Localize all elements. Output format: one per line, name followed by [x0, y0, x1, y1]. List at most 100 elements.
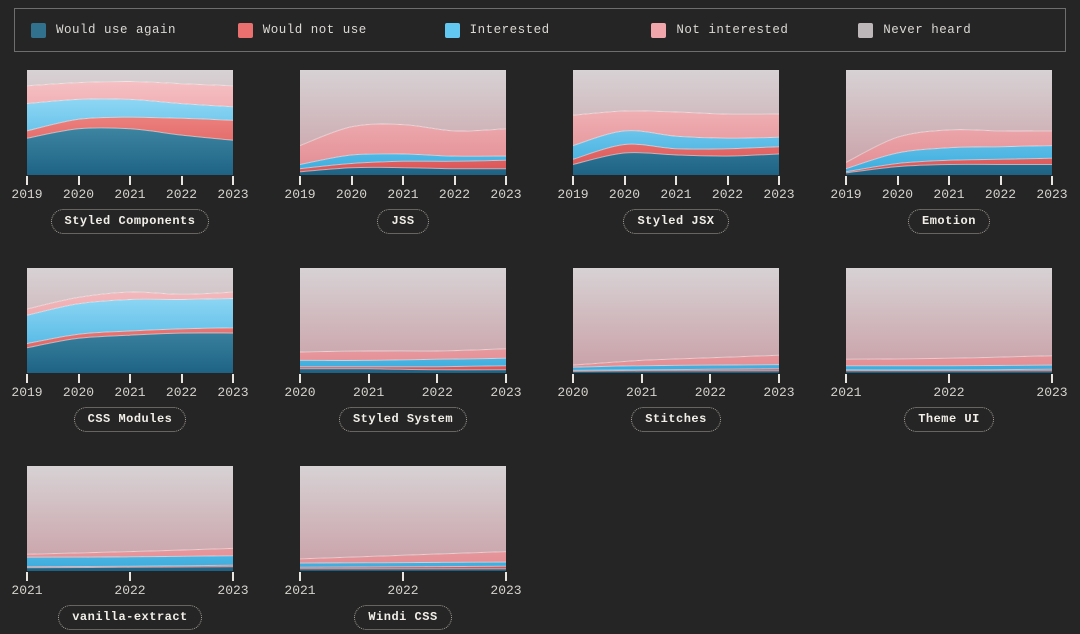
stream-chart-styled-system[interactable]	[300, 268, 506, 373]
axis-tick-label: 2021	[11, 584, 42, 597]
chart-label-pill-stitches[interactable]: Stitches	[631, 407, 721, 432]
chart-label-pill-emotion[interactable]: Emotion	[908, 209, 990, 234]
axis-tick-label: 2023	[763, 386, 794, 399]
axis-tick-label: 2023	[490, 584, 521, 597]
not-interested-swatch-icon	[651, 23, 666, 38]
axis-tick-label: 2023	[763, 188, 794, 201]
chart-label-pill-styled-jsx[interactable]: Styled JSX	[623, 209, 728, 234]
axis-tick-label: 2022	[695, 386, 726, 399]
x-axis: 20192020202120222023	[573, 175, 779, 205]
axis-tick-label: 2020	[284, 386, 315, 399]
legend-item-would-not-use[interactable]: Would not use	[238, 23, 445, 38]
chart-label-wrap: Emotion	[846, 209, 1052, 234]
axis-tick	[1051, 176, 1053, 185]
area-band-never-heard[interactable]	[573, 268, 779, 365]
axis-tick	[129, 572, 131, 581]
axis-tick-label: 2022	[985, 188, 1016, 201]
chart-card-theme-ui: 202120222023Theme UI	[846, 268, 1052, 432]
would-not-use-swatch-icon	[238, 23, 253, 38]
axis-tick-label: 2020	[557, 386, 588, 399]
stream-chart-jss[interactable]	[300, 70, 506, 175]
axis-tick	[641, 374, 643, 383]
legend-item-label: Not interested	[676, 23, 788, 37]
axis-tick-label: 2022	[166, 188, 197, 201]
x-axis: 20192020202120222023	[27, 175, 233, 205]
axis-tick	[299, 374, 301, 383]
legend-item-never-heard[interactable]: Never heard	[858, 23, 1065, 38]
chart-label-wrap: Styled Components	[27, 209, 233, 234]
area-band-never-heard[interactable]	[300, 268, 506, 352]
axis-tick-label: 2020	[336, 188, 367, 201]
axis-tick	[181, 176, 183, 185]
axis-tick	[26, 374, 28, 383]
axis-tick	[78, 374, 80, 383]
stream-chart-vanilla-extract[interactable]	[27, 466, 233, 571]
chart-label-pill-theme-ui[interactable]: Theme UI	[904, 407, 994, 432]
stream-chart-theme-ui[interactable]	[846, 268, 1052, 373]
axis-tick-label: 2022	[114, 584, 145, 597]
chart-label-pill-vanilla-extract[interactable]: vanilla-extract	[58, 605, 202, 630]
axis-tick	[572, 176, 574, 185]
legend-item-not-interested[interactable]: Not interested	[651, 23, 858, 38]
stream-chart-emotion[interactable]	[846, 70, 1052, 175]
axis-tick	[129, 176, 131, 185]
axis-tick-label: 2021	[660, 188, 691, 201]
axis-tick-label: 2021	[387, 188, 418, 201]
axis-tick-label: 2022	[439, 188, 470, 201]
stream-chart-windi-css[interactable]	[300, 466, 506, 571]
axis-tick-label: 2021	[933, 188, 964, 201]
axis-tick	[778, 176, 780, 185]
axis-tick	[505, 572, 507, 581]
axis-tick-label: 2020	[63, 188, 94, 201]
axis-tick	[778, 374, 780, 383]
area-band-never-heard[interactable]	[27, 466, 233, 554]
axis-tick-label: 2021	[284, 584, 315, 597]
area-band-never-heard[interactable]	[300, 466, 506, 559]
legend: Would use again Would not use Interested…	[14, 8, 1066, 52]
chart-card-stitches: 2020202120222023Stitches	[573, 268, 779, 432]
chart-label-wrap: Windi CSS	[300, 605, 506, 630]
stream-chart-stitches[interactable]	[573, 268, 779, 373]
axis-tick	[232, 176, 234, 185]
legend-item-would-use-again[interactable]: Would use again	[31, 23, 238, 38]
axis-tick-label: 2019	[830, 188, 861, 201]
chart-label-pill-css-modules[interactable]: CSS Modules	[74, 407, 187, 432]
axis-tick-label: 2022	[387, 584, 418, 597]
chart-label-pill-styled-components[interactable]: Styled Components	[51, 209, 210, 234]
stream-chart-styled-components[interactable]	[27, 70, 233, 175]
axis-tick	[299, 176, 301, 185]
axis-tick	[181, 374, 183, 383]
x-axis: 20192020202120222023	[27, 373, 233, 403]
axis-tick	[129, 374, 131, 383]
axis-tick	[845, 176, 847, 185]
axis-tick-label: 2020	[63, 386, 94, 399]
legend-item-interested[interactable]: Interested	[445, 23, 652, 38]
axis-tick-label: 2023	[490, 386, 521, 399]
axis-tick	[368, 374, 370, 383]
chart-card-styled-system: 2020202120222023Styled System	[300, 268, 506, 432]
axis-tick	[299, 572, 301, 581]
stream-chart-css-modules[interactable]	[27, 268, 233, 373]
area-band-never-heard[interactable]	[573, 70, 779, 115]
axis-tick	[897, 176, 899, 185]
axis-tick	[505, 176, 507, 185]
axis-tick-label: 2022	[422, 386, 453, 399]
chart-label-pill-jss[interactable]: JSS	[377, 209, 428, 234]
axis-tick	[1051, 374, 1053, 383]
chart-label-pill-windi-css[interactable]: Windi CSS	[354, 605, 451, 630]
legend-item-label: Would not use	[263, 23, 367, 37]
x-axis: 20192020202120222023	[300, 175, 506, 205]
axis-tick	[232, 374, 234, 383]
area-band-never-heard[interactable]	[846, 268, 1052, 359]
would-use-again-swatch-icon	[31, 23, 46, 38]
axis-tick-label: 2023	[1036, 188, 1067, 201]
chart-label-pill-styled-system[interactable]: Styled System	[339, 407, 467, 432]
axis-tick-label: 2019	[11, 386, 42, 399]
axis-tick	[402, 572, 404, 581]
stream-chart-styled-jsx[interactable]	[573, 70, 779, 175]
axis-tick-label: 2022	[933, 386, 964, 399]
chart-card-styled-jsx: 20192020202120222023 Styled JSX	[573, 70, 779, 234]
axis-tick-label: 2023	[217, 386, 248, 399]
chart-card-styled-components: 20192020202120222023 Styled Components	[27, 70, 233, 234]
axis-tick-label: 2019	[11, 188, 42, 201]
